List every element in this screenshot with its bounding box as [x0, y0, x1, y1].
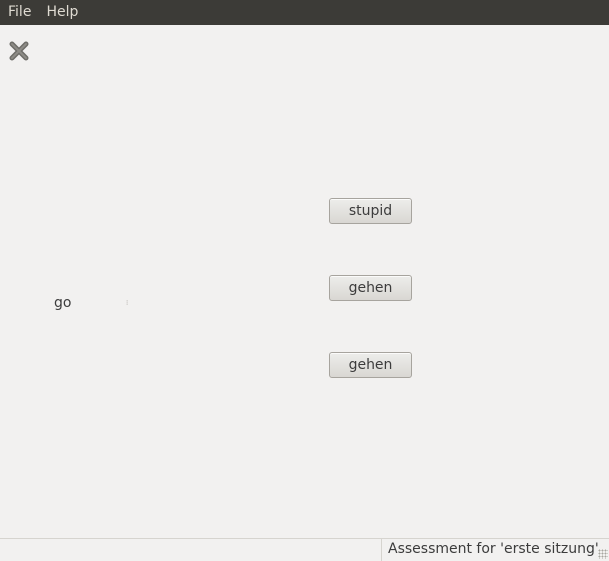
close-x-icon [9, 41, 29, 61]
close-button[interactable] [8, 40, 30, 62]
menu-bar: File Help [0, 0, 609, 25]
resize-grip-icon[interactable] [598, 549, 608, 559]
answer-button-stupid[interactable]: stupid [329, 198, 412, 224]
menu-file[interactable]: File [0, 0, 38, 25]
menu-help[interactable]: Help [38, 0, 85, 25]
answer-button-gehen-1[interactable]: gehen [329, 275, 412, 301]
status-text: Assessment for 'erste sitzung' [388, 541, 599, 557]
status-divider [381, 539, 382, 561]
drag-handle-icon[interactable]: ⁞ [126, 300, 128, 307]
status-bar: Assessment for 'erste sitzung' [0, 538, 609, 561]
answer-button-gehen-2[interactable]: gehen [329, 352, 412, 378]
word-label: go [54, 295, 72, 311]
